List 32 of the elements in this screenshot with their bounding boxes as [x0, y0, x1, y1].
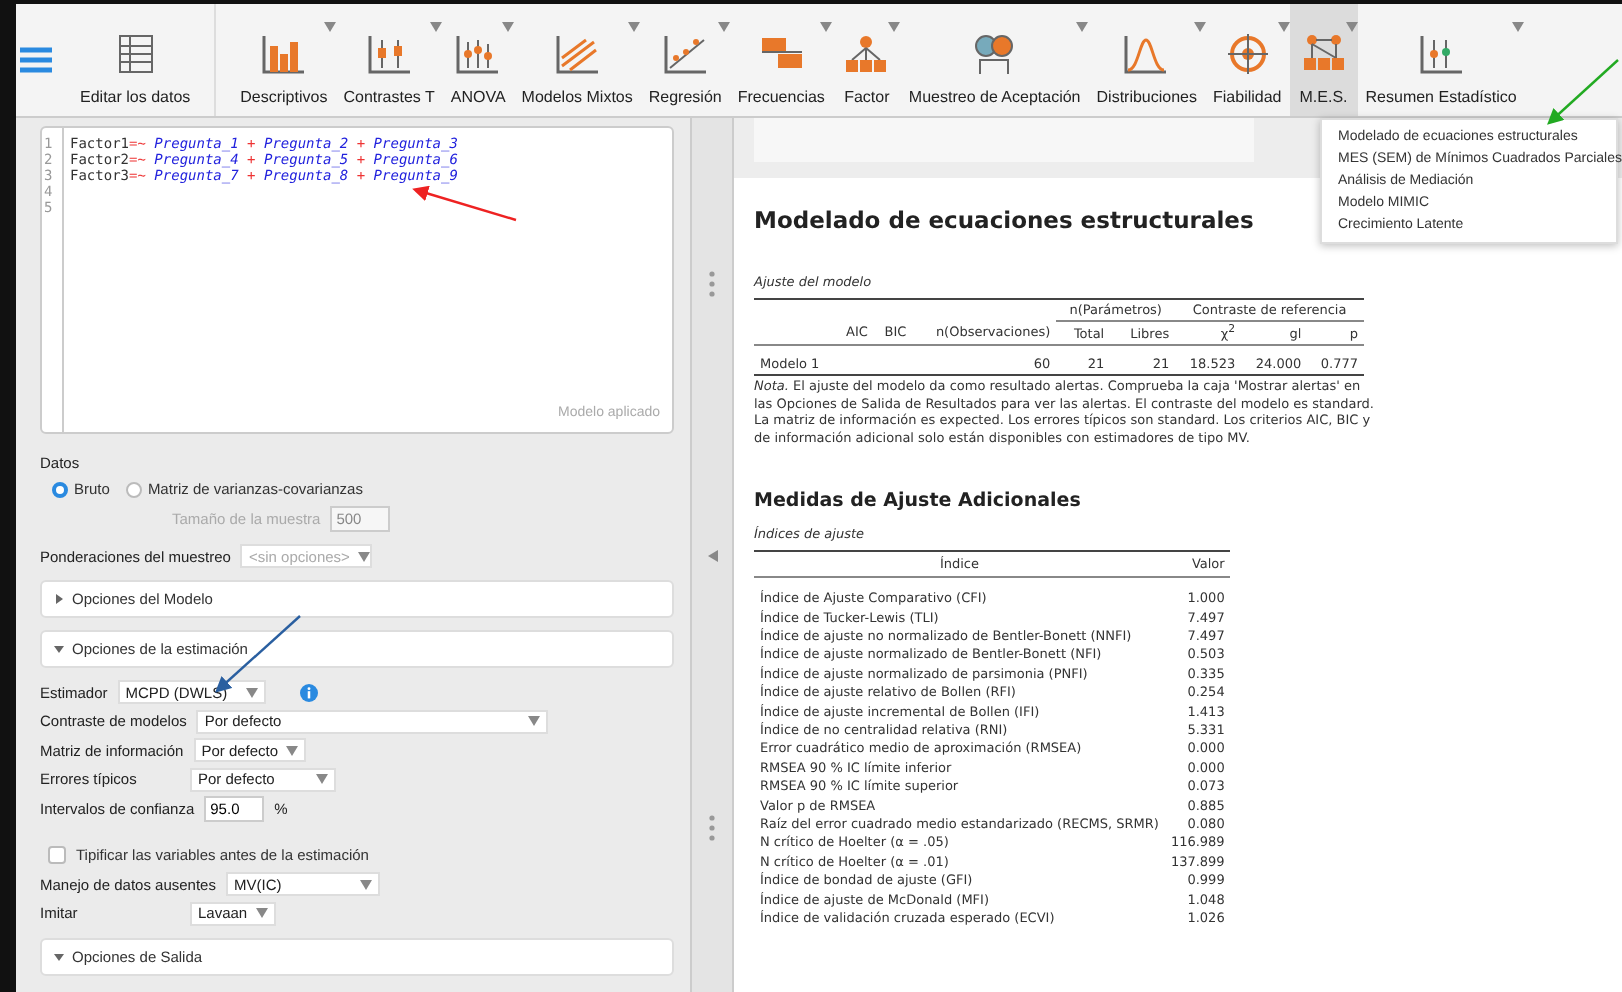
caret-icon [316, 774, 328, 784]
toolbar-button[interactable]: Modelos Mixtos [513, 4, 641, 116]
caret-icon [255, 908, 268, 918]
toolbar-button[interactable]: ANOVA [442, 4, 514, 116]
caret-down-icon [54, 951, 64, 961]
caret-icon [357, 551, 370, 561]
caret-icon [286, 745, 299, 755]
caret-icon [245, 687, 258, 697]
toolbar-button[interactable]: Fiabilidad [1205, 4, 1290, 116]
annotation-arrow [412, 185, 517, 222]
toolbar-button[interactable]: Editar los datos [72, 4, 217, 116]
caret-icon [528, 716, 541, 726]
annotation-arrow [1547, 59, 1619, 125]
info-icon[interactable] [299, 683, 318, 701]
caret-right-icon [54, 594, 64, 604]
toolbar-button[interactable]: Factor [832, 4, 901, 116]
collapse-icon[interactable] [707, 550, 717, 562]
results-title: Modelado de ecuaciones estructurales [754, 206, 1254, 234]
toolbar-button[interactable]: Frecuencias [729, 4, 833, 116]
menu-icon[interactable] [20, 46, 52, 74]
toolbar-button[interactable]: Descriptivos [232, 4, 336, 116]
toolbar-button[interactable]: M.E.S. [1289, 4, 1358, 116]
section-title: Medidas de Ajuste Adicionales [754, 490, 1083, 513]
caret-icon [359, 879, 372, 889]
drag-handle-icon[interactable] [708, 814, 716, 842]
toolbar-button[interactable]: Muestreo de Aceptación [900, 4, 1089, 116]
toolbar-button[interactable]: Regresión [640, 4, 730, 116]
caret-down-icon [54, 644, 64, 654]
toolbar-button[interactable]: Contrastes T [335, 4, 443, 116]
drag-handle-icon[interactable] [708, 270, 716, 298]
toolbar-button[interactable]: Resumen Estadístico [1357, 4, 1525, 116]
toolbar-button[interactable]: Distribuciones [1088, 4, 1206, 116]
